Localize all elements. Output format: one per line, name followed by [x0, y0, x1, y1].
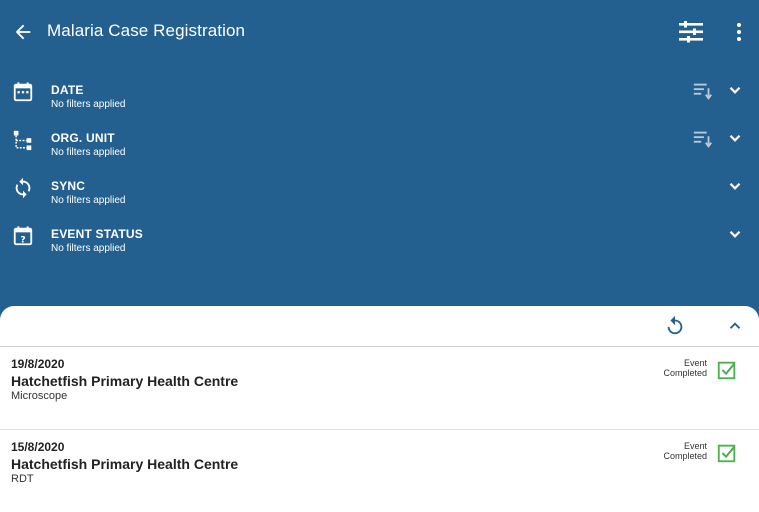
- filter-status: No filters applied: [51, 195, 126, 206]
- event-status-label: Event: [683, 358, 707, 368]
- sort-icon[interactable]: [692, 128, 714, 150]
- svg-text:?: ?: [20, 234, 25, 245]
- event-org-unit: Hatchetfish Primary Health Centre: [11, 456, 239, 472]
- event-status-label: Completed: [663, 368, 707, 378]
- event-status-icon: ?: [13, 226, 33, 245]
- filter-row-org-unit[interactable]: ORG. UNIT No filters applied: [0, 124, 759, 172]
- org-tree-icon: [13, 130, 32, 151]
- arrow-back-icon[interactable]: [12, 21, 34, 43]
- more-vert-icon[interactable]: [730, 20, 748, 44]
- page-title: Malaria Case Registration: [47, 21, 246, 40]
- chevron-down-icon[interactable]: [726, 129, 744, 147]
- events-sheet: 19/8/2020 Hatchetfish Primary Health Cen…: [0, 306, 759, 508]
- sort-icon[interactable]: [692, 80, 714, 102]
- refresh-icon[interactable]: [664, 315, 686, 337]
- chevron-down-icon[interactable]: [726, 177, 744, 195]
- filter-row-event-status[interactable]: ? EVENT STATUS No filters applied: [0, 220, 759, 268]
- event-date: 15/8/2020: [11, 440, 65, 454]
- filter-label: SYNC: [51, 179, 86, 193]
- event-org-unit: Hatchetfish Primary Health Centre: [11, 373, 239, 389]
- event-program-stage: RDT: [11, 473, 34, 485]
- filter-panel: Malaria Case Registration DATE No filter: [0, 0, 759, 330]
- filter-status: No filters applied: [51, 99, 126, 110]
- event-program-stage: Microscope: [11, 390, 68, 402]
- filter-row-date[interactable]: DATE No filters applied: [0, 76, 759, 124]
- event-date: 19/8/2020: [11, 357, 65, 371]
- checkbox-checked-icon: [717, 361, 736, 380]
- checkbox-checked-icon: [717, 444, 736, 463]
- chevron-up-icon[interactable]: [726, 317, 744, 335]
- event-status-label: Completed: [663, 451, 707, 461]
- event-status-label: Event: [683, 441, 707, 451]
- filter-status: No filters applied: [51, 243, 126, 254]
- event-list-item[interactable]: 15/8/2020 Hatchetfish Primary Health Cen…: [0, 430, 759, 512]
- chevron-down-icon[interactable]: [726, 81, 744, 99]
- filter-label: EVENT STATUS: [51, 227, 143, 241]
- chevron-down-icon[interactable]: [726, 225, 744, 243]
- calendar-icon: [13, 82, 33, 102]
- sheet-header: [0, 306, 759, 347]
- sync-icon: [15, 177, 31, 199]
- filter-status: No filters applied: [51, 147, 126, 158]
- filter-list-icon[interactable]: [678, 20, 704, 44]
- event-list-item[interactable]: 19/8/2020 Hatchetfish Primary Health Cen…: [0, 347, 759, 429]
- filter-row-sync[interactable]: SYNC No filters applied: [0, 172, 759, 220]
- filter-label: DATE: [51, 83, 84, 97]
- filter-label: ORG. UNIT: [51, 131, 115, 145]
- app-bar: Malaria Case Registration: [0, 0, 759, 62]
